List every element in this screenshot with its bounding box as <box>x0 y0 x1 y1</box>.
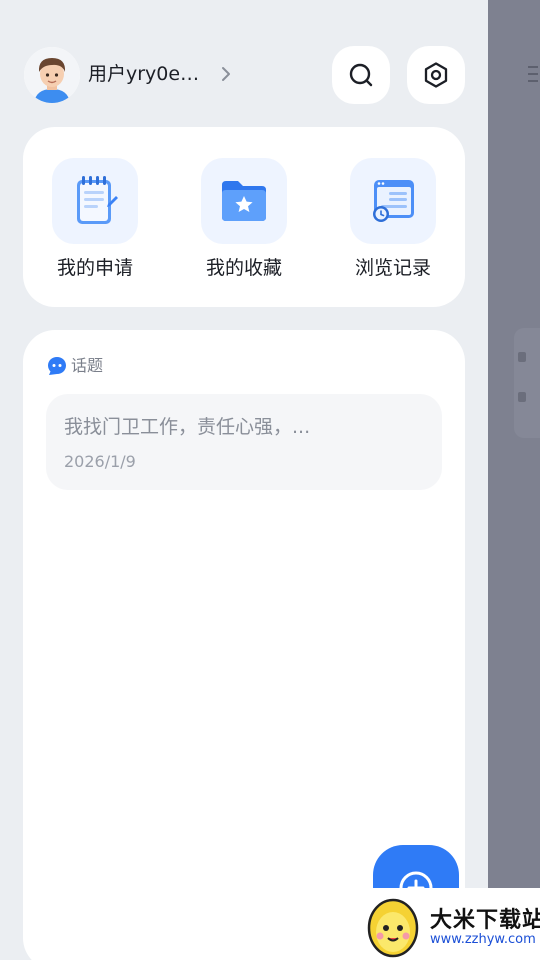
quick-actions-card: 我的申请 我的收藏 浏览记录 <box>23 127 465 307</box>
topic-date: 2026/1/9 <box>64 452 136 471</box>
settings-button[interactable] <box>407 46 465 104</box>
notepad-icon <box>52 158 138 244</box>
favorites-folder-icon <box>201 158 287 244</box>
watermark-title: 大米下载站 <box>430 908 540 933</box>
watermark-url: www.zzhyw.com <box>430 932 536 947</box>
gear-icon <box>424 62 448 88</box>
topic-text: 我找门卫工作，责任心强，... <box>64 416 311 438</box>
side-drawer: 用户yry0e… 我的申请 我的收藏 浏览记录 话题 我找门卫工作，责任心强，.… <box>0 0 488 960</box>
dimmed-card <box>514 328 540 438</box>
chat-bubble-icon <box>48 357 66 375</box>
search-button[interactable] <box>332 46 390 104</box>
chevron-right-icon[interactable] <box>216 64 236 84</box>
watermark: 大米下载站 www.zzhyw.com <box>354 888 540 960</box>
quick-action-my-applications[interactable]: 我的申请 <box>45 158 145 280</box>
quick-action-label: 浏览记录 <box>354 257 431 279</box>
quick-action-label: 我的申请 <box>56 257 133 279</box>
topic-list-item[interactable]: 我找门卫工作，责任心强，... 2026/1/9 <box>46 394 442 490</box>
user-avatar[interactable] <box>24 47 80 103</box>
quick-action-label: 我的收藏 <box>205 257 282 279</box>
user-name[interactable]: 用户yry0e… <box>88 60 199 88</box>
quick-action-my-favorites[interactable]: 我的收藏 <box>194 158 294 280</box>
search-icon <box>349 63 373 87</box>
quick-action-browse-history[interactable]: 浏览记录 <box>343 158 443 280</box>
topics-header: 话题 <box>47 356 103 376</box>
dimmed-main-content[interactable] <box>488 0 540 960</box>
topics-section-label: 话题 <box>71 356 104 375</box>
menu-icon <box>528 66 538 87</box>
browse-history-icon <box>350 158 436 244</box>
watermark-logo <box>367 898 419 958</box>
